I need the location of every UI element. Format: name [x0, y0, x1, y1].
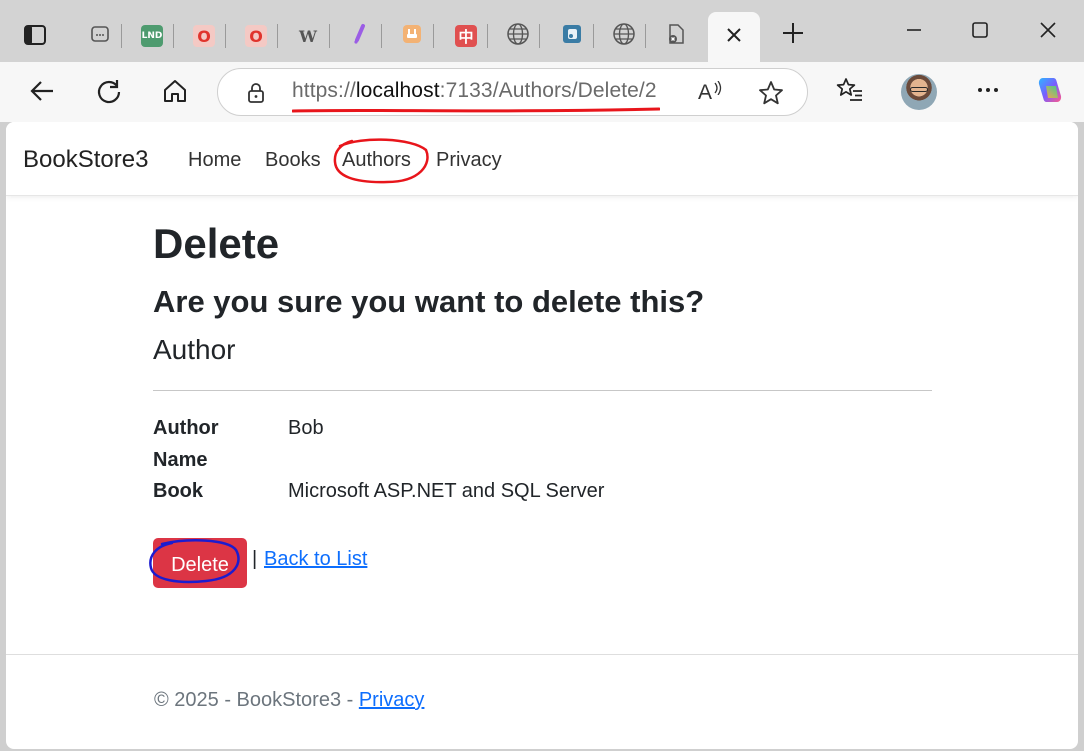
chinese-char-icon: 中 — [455, 25, 477, 47]
broken-page-icon — [664, 22, 688, 50]
home-button[interactable] — [158, 76, 192, 110]
close-tab-icon[interactable] — [725, 26, 743, 48]
tab-opera-1[interactable]: O — [186, 20, 226, 52]
divider — [153, 390, 932, 391]
field-value-author-name: Bob — [288, 417, 324, 439]
refresh-button[interactable] — [92, 76, 126, 110]
back-arrow-icon — [28, 77, 56, 109]
refresh-icon — [95, 77, 123, 109]
profile-avatar[interactable] — [901, 74, 937, 110]
tab-w[interactable]: W — [290, 20, 330, 52]
globe-icon — [506, 22, 530, 50]
copilot-button[interactable] — [1034, 76, 1066, 108]
active-tab[interactable] — [708, 12, 760, 62]
tab-blue-app[interactable] — [554, 20, 594, 52]
close-window-button[interactable] — [1032, 16, 1064, 48]
field-value-book: Microsoft ASP.NET and SQL Server — [288, 480, 605, 502]
home-icon — [161, 77, 189, 109]
red-circle-annotation — [333, 138, 429, 184]
field-label-book: Book — [153, 480, 203, 502]
maximize-button[interactable] — [964, 16, 996, 48]
more-dots-icon — [976, 78, 1000, 106]
favorite-star-icon[interactable] — [758, 80, 784, 106]
lnd-icon: LND — [141, 25, 163, 47]
slash-icon — [349, 23, 371, 49]
favorites-list-icon — [836, 76, 864, 108]
tab-lnd[interactable]: LND — [134, 20, 174, 52]
nav-home[interactable]: Home — [188, 149, 241, 172]
globe-icon — [612, 22, 636, 50]
back-to-list-link[interactable]: Back to List — [264, 548, 367, 571]
tab-slash[interactable] — [342, 20, 382, 52]
vertical-tabs-icon[interactable] — [22, 22, 48, 48]
minimize-icon — [904, 20, 924, 44]
red-underline-annotation — [292, 107, 660, 113]
tab-chinese[interactable]: 中 — [448, 20, 488, 52]
blue-circle-annotation — [149, 539, 240, 584]
copilot-icon — [1034, 74, 1066, 110]
settings-more-button[interactable] — [972, 76, 1004, 108]
page-icon — [89, 23, 111, 49]
new-tab-button[interactable] — [778, 20, 808, 50]
tab-plug[interactable] — [394, 20, 434, 52]
site-navbar: BookStore3 Home Books Authors Privacy — [6, 122, 1078, 196]
nav-privacy[interactable]: Privacy — [436, 149, 502, 172]
blue-app-icon — [561, 23, 583, 49]
tab-globe-2[interactable] — [606, 20, 646, 52]
maximize-icon — [970, 20, 990, 44]
plus-icon — [781, 21, 805, 49]
browser-toolbar: https://localhost:7133/Authors/Delete/2 … — [0, 62, 1084, 122]
brand-link[interactable]: BookStore3 — [23, 146, 148, 174]
tab-strip: LND O O W 中 — [0, 0, 1084, 62]
address-bar[interactable]: https://localhost:7133/Authors/Delete/2 … — [217, 68, 808, 116]
lock-icon[interactable] — [244, 81, 268, 105]
confirm-question: Are you sure you want to delete this? — [153, 284, 705, 319]
opera-o-icon: O — [245, 25, 267, 47]
link-separator: | — [252, 548, 258, 570]
page-viewport: BookStore3 Home Books Authors Privacy De… — [6, 122, 1078, 749]
tab-globe-1[interactable] — [500, 20, 540, 52]
plug-icon — [401, 23, 423, 49]
minimize-button[interactable] — [898, 16, 930, 48]
site-footer: © 2025 - BookStore3 - Privacy — [154, 689, 424, 712]
footer-privacy-link[interactable]: Privacy — [359, 689, 425, 711]
tab-opera-2[interactable]: O — [238, 20, 278, 52]
entity-heading: Author — [153, 334, 236, 365]
back-button[interactable] — [25, 76, 59, 110]
tab-page[interactable] — [82, 20, 122, 52]
footer-copyright: © 2025 - BookStore3 - — [154, 689, 359, 711]
page-title: Delete — [153, 220, 280, 267]
opera-o-icon: O — [193, 25, 215, 47]
footer-divider — [6, 654, 1078, 655]
tab-broken-page[interactable] — [658, 20, 694, 52]
favorites-button[interactable] — [834, 76, 866, 108]
w-logo-icon: W — [299, 26, 317, 46]
url-text[interactable]: https://localhost:7133/Authors/Delete/2 — [292, 79, 657, 103]
read-aloud-icon[interactable]: A — [698, 81, 724, 107]
close-icon — [1038, 20, 1058, 44]
nav-books[interactable]: Books — [265, 149, 321, 172]
field-label-author-name: Author Name — [153, 417, 219, 471]
